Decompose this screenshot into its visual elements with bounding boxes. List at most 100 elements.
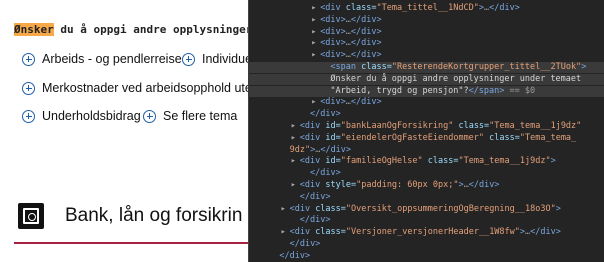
dom-token: "padding: 60px 0px;": [356, 180, 459, 190]
dom-node[interactable]: ▸ <div style="padding: 60px 0px;">…</div>: [248, 180, 604, 191]
dom-token: style=: [325, 180, 357, 190]
dom-node-selected[interactable]: "Arbeid, trygd og pensjon"?</span> == $0: [248, 85, 604, 97]
expand-arrow-icon[interactable]: ▸: [311, 15, 320, 26]
dom-node[interactable]: ▸ <div>…</div>: [248, 50, 604, 61]
dom-token: </div>: [299, 215, 331, 226]
dom-token: <div: [299, 132, 326, 143]
topic-merkostnader[interactable]: Merkostnader ved arbeidsopphold utenfo: [22, 81, 248, 95]
dom-node[interactable]: </div>: [248, 239, 604, 250]
dom-token: id=: [325, 156, 341, 167]
expand-arrow-icon[interactable]: ▸: [311, 97, 320, 108]
dom-node[interactable]: ▸ <div>…</div>: [248, 97, 604, 108]
dom-node[interactable]: </div>: [248, 109, 604, 120]
expand-arrow-icon[interactable]: ▸: [311, 38, 320, 49]
expand-arrow-icon[interactable]: ▸: [281, 204, 290, 215]
dom-token: >: [581, 62, 587, 72]
safe-icon: [18, 203, 44, 229]
topic-individuell[interactable]: Individue: [182, 52, 248, 66]
expand-arrow-icon[interactable]: ▸: [291, 156, 300, 167]
question-text: Ønsker du å oppgi andre opplysninger und: [14, 23, 248, 36]
question-rest: du å oppgi andre opplysninger und: [60, 23, 248, 36]
dom-node[interactable]: 9dz">…</div>: [248, 145, 604, 156]
dom-token: <div: [299, 121, 326, 131]
dom-node[interactable]: ▸ <div class="Oversikt_oppsummeringOgBere…: [248, 204, 604, 215]
expand-arrow-icon[interactable]: ▸: [311, 50, 320, 61]
dom-token: </div>: [279, 250, 311, 261]
expand-arrow-icon[interactable]: ▸: [311, 3, 320, 14]
dom-token: "Versjoner_versjonerHeader__1W8fw": [345, 227, 520, 238]
topic-underholdsbidrag[interactable]: Underholdsbidrag: [22, 109, 141, 123]
expand-arrow-icon[interactable]: ▸: [281, 227, 290, 238]
dom-token: <div>: [320, 14, 346, 25]
dom-node[interactable]: ▸ <div id="bankLaanOgForsikring" class="T…: [248, 121, 604, 132]
dom-node[interactable]: </div>: [248, 251, 604, 262]
dom-token: <span: [330, 62, 362, 72]
devtools-elements-panel: ▸ <div class="Tema_tittel__1NdCD">…</div>…: [248, 0, 604, 262]
dom-token: </div>: [310, 109, 341, 120]
plus-icon: [182, 52, 195, 66]
topic-label: Individue: [202, 52, 248, 66]
dom-node[interactable]: ▸ <div>…</div>: [248, 15, 604, 26]
question-highlight: Ønsker: [14, 23, 54, 36]
dom-token: class=: [315, 203, 346, 214]
dom-node[interactable]: </div>: [248, 215, 604, 226]
dom-node[interactable]: ▸ <div class="Versjoner_versjonerHeader__…: [248, 227, 604, 238]
section-divider: [14, 242, 248, 244]
dom-token: </span>: [468, 85, 505, 96]
topic-arbeids-pendlerreise[interactable]: Arbeids - og pendlerreise: [22, 52, 182, 66]
dom-token: </div>: [350, 14, 382, 25]
dom-token: <div: [299, 180, 326, 190]
dom-token: class=: [361, 62, 392, 72]
dom-token: class=: [453, 121, 490, 131]
dom-token: 9dz": [289, 144, 311, 155]
dom-token: >: [550, 156, 556, 167]
dom-node[interactable]: ▸ <div id="eiendelerOgFasteEiendommer" cl…: [248, 133, 604, 144]
dom-node-selected[interactable]: Ønsker du å oppgi andre opplysninger und…: [248, 73, 604, 85]
expand-arrow-icon[interactable]: ▸: [311, 27, 320, 38]
dom-token: "ResterendeKortgrupper_tittel__2TUok": [391, 62, 582, 72]
expand-arrow-icon[interactable]: ▸: [291, 121, 300, 132]
dom-node[interactable]: ▸ <div class="Tema_tittel__1NdCD">…</div>: [248, 3, 604, 14]
dom-node[interactable]: </div>: [248, 192, 604, 203]
dom-token: <div>: [320, 38, 346, 49]
dom-token: </div>: [310, 168, 341, 179]
expand-arrow-icon[interactable]: ▸: [291, 180, 300, 191]
dom-node[interactable]: ▸ <div id="familieOgHelse" class="Tema_te…: [248, 156, 604, 167]
expand-arrow-icon[interactable]: ▸: [291, 133, 300, 144]
topic-label: Arbeids - og pendlerreise: [42, 52, 182, 66]
dom-token: <div>: [320, 50, 346, 61]
plus-icon: [22, 81, 35, 95]
dom-token: "familieOgHelse": [340, 156, 423, 167]
dom-token: </div>: [468, 180, 500, 190]
dom-node[interactable]: ▸ <div>…</div>: [248, 27, 604, 38]
dom-token: <div: [320, 3, 346, 13]
dom-token: "Tema_tittel__1NdCD": [376, 3, 479, 13]
dom-token: "Oversikt_oppsummeringOgBeregning__18o3O…: [345, 203, 556, 214]
dom-token: Ønsker du å oppgi andre opplysninger und…: [330, 73, 582, 84]
see-more-topics[interactable]: Se flere tema: [143, 109, 237, 123]
dom-node-selected[interactable]: <span class="ResterendeKortgrupper_titte…: [248, 62, 604, 73]
dom-token: </div>: [289, 239, 321, 249]
dom-token: </div>: [489, 3, 520, 13]
dom-token: <div: [289, 227, 316, 238]
dom-token: </div>: [320, 144, 352, 155]
dom-token: class=: [422, 156, 459, 167]
plus-icon: [22, 52, 35, 66]
dom-token: "bankLaanOgForsikring": [340, 121, 454, 131]
section-title: Bank, lån og forsikrin: [65, 205, 243, 226]
topic-label: Merkostnader ved arbeidsopphold utenfo: [42, 81, 248, 95]
dom-node[interactable]: ▸ <div>…</div>: [248, 38, 604, 49]
dom-token: </div>: [299, 191, 331, 202]
dom-token: "Tema_tema_: [519, 132, 577, 143]
dom-token: id=: [325, 121, 341, 131]
dom-token: <div: [299, 156, 326, 167]
dom-token: </div>: [350, 38, 382, 49]
dom-node[interactable]: </div>: [248, 168, 604, 179]
dom-token: "eiendelerOgFasteEiendommer": [340, 132, 485, 143]
dom-token: <div>: [320, 26, 346, 37]
dom-token: == $0: [504, 85, 536, 96]
dom-token: </div>: [530, 227, 561, 238]
topic-label: Se flere tema: [163, 109, 238, 123]
dom-token: "Arbeid, trygd og pensjon"?: [330, 85, 469, 96]
dom-token: class=: [345, 3, 377, 13]
